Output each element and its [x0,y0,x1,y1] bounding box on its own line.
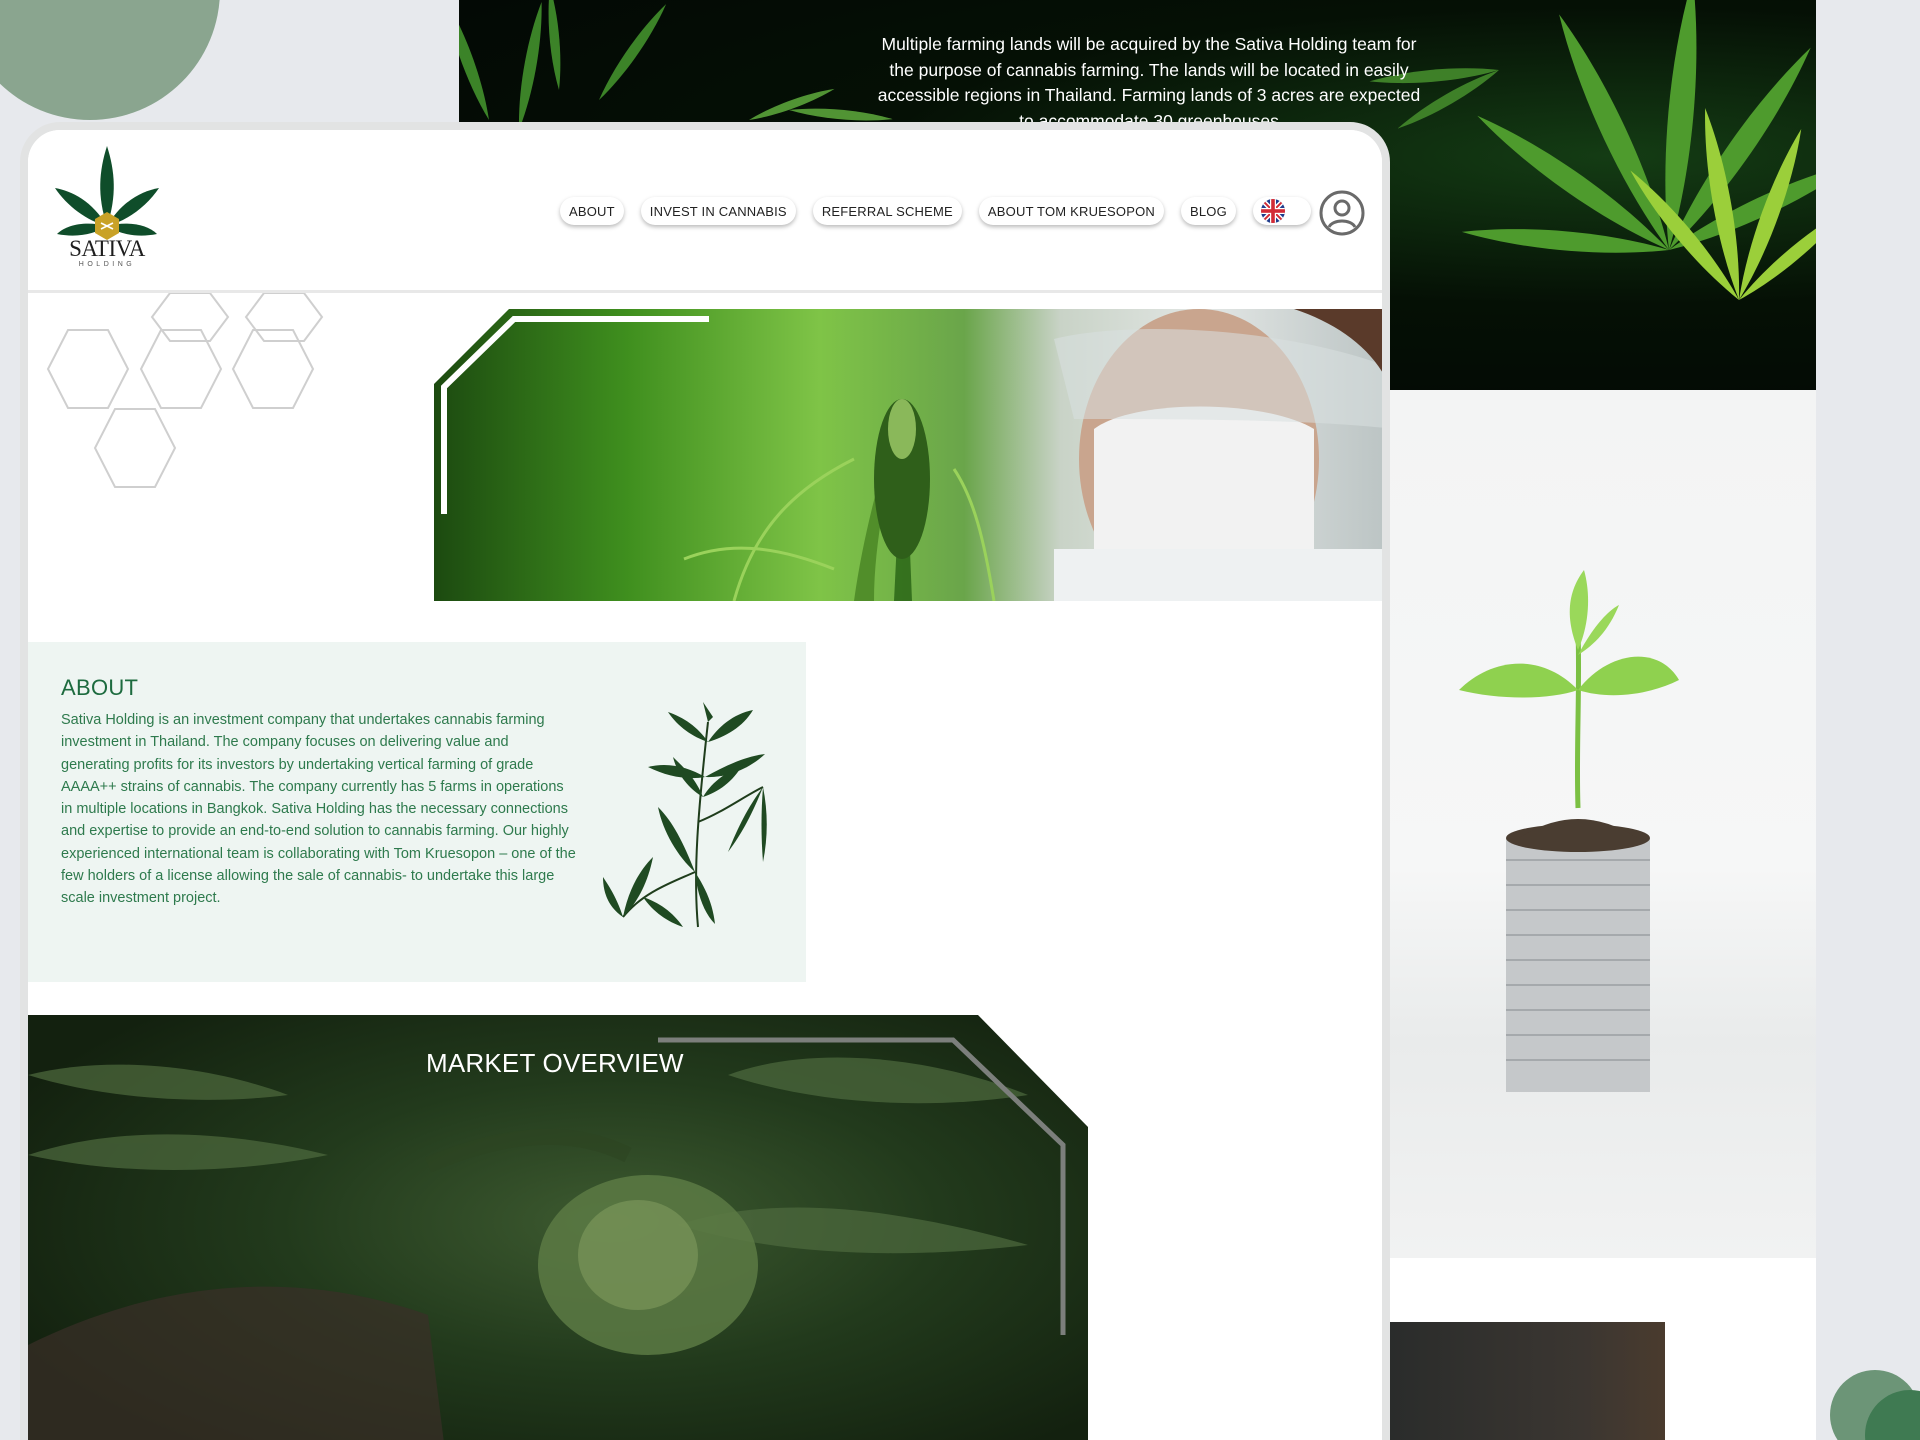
farming-lands-text: Multiple farming lands will be acquired … [877,34,1421,131]
decorative-circles [1830,1370,1920,1440]
website-window: SATIVA HOLDING ABOUT INVEST IN CANNABIS … [20,122,1390,1440]
nav-blog[interactable]: BLOG [1180,197,1236,225]
decorative-circle [0,0,220,120]
cannabis-plant-icon [603,702,767,928]
brand-name: SATIVA [69,236,145,261]
language-selector[interactable] [1252,197,1311,225]
market-overview-heading: MARKET OVERVIEW [426,1048,684,1078]
brand-subtitle: HOLDING [78,261,136,268]
nav-about-tom-kruesopon[interactable]: ABOUT TOM KRUESOPON [978,197,1164,225]
nav-about[interactable]: ABOUT [560,197,624,225]
about-heading: ABOUT [61,675,139,700]
dark-image-block [1389,1322,1665,1440]
user-circle-icon[interactable] [1318,189,1366,237]
about-section: ABOUT Sativa Holding is an investment co… [28,642,806,982]
main-nav: ABOUT INVEST IN CANNABIS REFERRAL SCHEME… [560,197,1311,225]
market-overview-section: MARKET OVERVIEW [28,1015,1088,1440]
scientist-examining-cannabis-image [434,309,1382,601]
about-description: Sativa Holding is an investment company … [61,712,576,907]
corner-frame-decoration [441,316,709,514]
nav-referral-scheme[interactable]: REFERRAL SCHEME [812,197,962,225]
uk-flag-icon [1260,199,1285,223]
site-header: SATIVA HOLDING ABOUT INVEST IN CANNABIS … [28,130,1382,293]
nav-invest-in-cannabis[interactable]: INVEST IN CANNABIS [640,197,796,225]
hexagon-pattern-decoration [46,293,324,488]
